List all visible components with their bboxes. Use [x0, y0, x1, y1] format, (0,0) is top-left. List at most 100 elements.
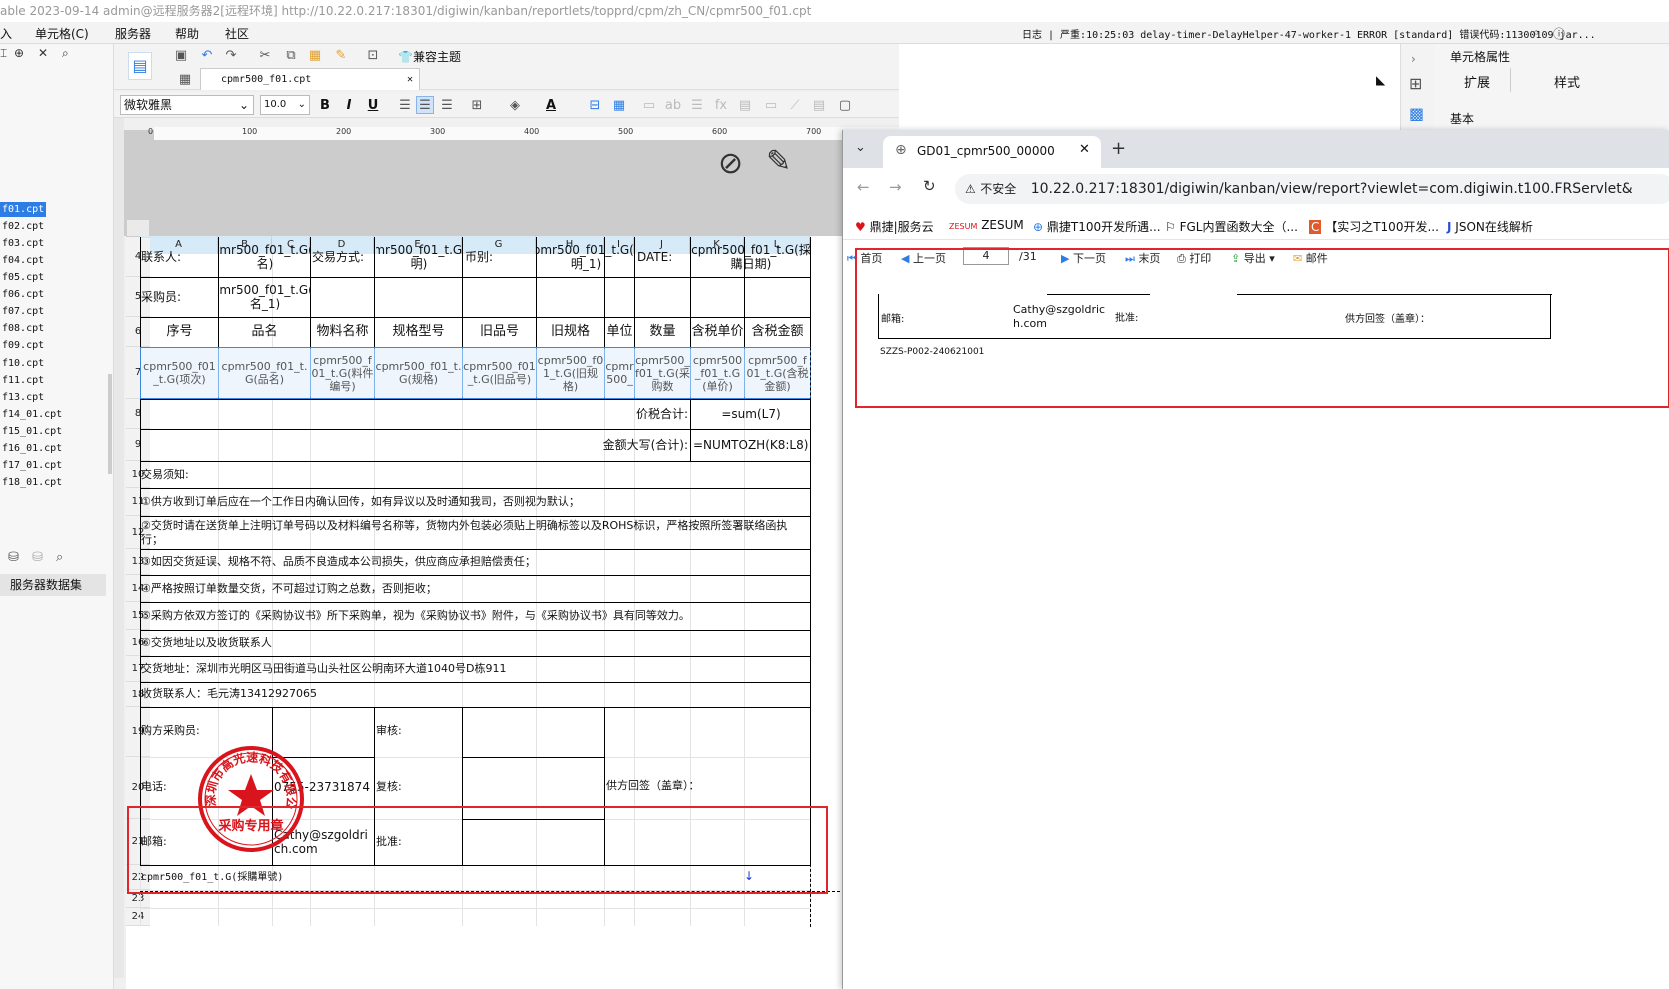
row-header[interactable]: 24: [126, 908, 150, 926]
chevron-down-icon[interactable]: ⌄: [855, 140, 866, 155]
menu-help[interactable]: 帮助: [175, 25, 199, 42]
cell-notes-title[interactable]: 交易须知:: [141, 463, 809, 487]
column-title[interactable]: 含税单价: [691, 318, 744, 346]
file-item[interactable]: f14_01.cpt: [0, 407, 62, 422]
file-item[interactable]: f06.cpt: [0, 287, 46, 302]
copy-icon[interactable]: ⧉: [282, 46, 300, 64]
font-size-select[interactable]: 10.0 ⌄: [260, 95, 310, 115]
redo-icon[interactable]: ↷: [222, 46, 240, 64]
data-cell[interactable]: cpmr500_f01_t.G(项次): [141, 348, 218, 398]
cell-j4[interactable]: DATE:: [637, 237, 689, 277]
search-icon[interactable]: ⌕: [56, 550, 63, 565]
cell-b5[interactable]: cpmr500_f01_t.G(全名_1): [219, 279, 311, 315]
file-item[interactable]: f15_01.cpt: [0, 424, 62, 439]
row-header[interactable]: 8: [126, 399, 150, 429]
bookmark-0[interactable]: ♥ 鼎捷|服务云: [855, 218, 934, 235]
bookmark-2[interactable]: ⊕ 鼎捷T100开发所遇...: [1033, 218, 1161, 235]
cell-review-label[interactable]: 审核:: [376, 708, 462, 754]
cell-note-3[interactable]: ③如因交货延误、规格不符、品质不良造成本公司损失，供应商应承担赔偿责任；: [141, 550, 809, 574]
image-icon[interactable]: ▭: [762, 96, 780, 114]
template-icon[interactable]: ▤: [128, 52, 152, 80]
hide-icon[interactable]: ⊘: [718, 146, 743, 181]
cell-k4[interactable]: cpmr500_f01_t.G(採購日期): [691, 237, 811, 277]
font-family-select[interactable]: 微软雅黑 ⌄: [120, 95, 254, 115]
dataset-tab[interactable]: 服务器数据集: [0, 574, 106, 596]
column-title[interactable]: 序号: [141, 318, 218, 346]
file-item[interactable]: f02.cpt: [0, 219, 46, 234]
forward-icon[interactable]: →: [889, 178, 902, 196]
data-cell[interactable]: cpmr500_f01_t.G(旧规格): [537, 348, 604, 398]
close-tab-icon[interactable]: ✕: [407, 69, 413, 91]
tab-extend[interactable]: 扩展: [1464, 72, 1490, 91]
cell-e4[interactable]: cpmr500_f01_t.G(說明): [376, 237, 462, 277]
file-item[interactable]: f11.cpt: [0, 373, 46, 388]
back-icon[interactable]: ←: [857, 178, 870, 196]
chevron-right-icon[interactable]: ›: [1411, 52, 1416, 66]
edit-icon[interactable]: ✎: [766, 144, 791, 179]
italic-icon[interactable]: I: [340, 96, 358, 114]
menu-item-0[interactable]: 入: [0, 25, 12, 42]
column-title[interactable]: 含税金额: [745, 318, 810, 346]
table-icon[interactable]: ▦: [610, 96, 628, 114]
formula-icon[interactable]: fx: [712, 96, 730, 114]
data-cell[interactable]: cpmr500_f01_t.G(旧品号): [463, 348, 536, 398]
bold-icon[interactable]: B: [316, 96, 334, 114]
data-cell[interactable]: cpmr500_: [605, 348, 634, 398]
text-icon[interactable]: ab: [664, 96, 682, 114]
log-message[interactable]: 日志 | 严重:10:25:03 delay-timer-DelayHelper…: [1022, 26, 1596, 41]
chart-icon[interactable]: ▤: [736, 96, 754, 114]
cell-receiver[interactable]: 收货联系人：毛元涛13412927065: [141, 682, 809, 706]
compat-theme-button[interactable]: 👕兼容主题: [398, 48, 461, 65]
file-item[interactable]: f17_01.cpt: [0, 458, 62, 473]
cell-amount-value[interactable]: =NUMTOZH(K8:L8): [693, 430, 811, 460]
file-item[interactable]: f03.cpt: [0, 236, 46, 251]
file-item[interactable]: f18_01.cpt: [0, 475, 62, 490]
cell-h4[interactable]: cpmr500_f01_t.G(說明_1): [537, 237, 635, 277]
brush-icon[interactable]: ◣: [1376, 73, 1385, 87]
preview-icon[interactable]: ⊡: [364, 46, 382, 64]
cell-note-1[interactable]: ①供方收到订单后应在一个工作日内确认回传，如有异议以及时通知我司，否则视为默认；: [141, 489, 809, 515]
wrap-icon[interactable]: ⊟: [586, 96, 604, 114]
url-field[interactable]: ⚠ 不安全 10.22.0.217:18301/digiwin/kanban/v…: [955, 174, 1669, 204]
cell-total-value[interactable]: =sum(L7): [691, 400, 811, 427]
browser-tab[interactable]: ⊕ GD01_cpmr500_00000 ✕: [883, 136, 1101, 168]
cell-d4[interactable]: 交易方式:: [312, 237, 374, 277]
cell-a4[interactable]: 联系人:: [141, 237, 217, 277]
file-item[interactable]: f09.cpt: [0, 338, 46, 353]
subreport-icon[interactable]: ▤: [810, 96, 828, 114]
data-cell[interactable]: cpmr500_f01_t.G(采购数: [635, 348, 690, 398]
column-title[interactable]: 旧规格: [537, 318, 604, 346]
format-painter-icon[interactable]: ✎: [332, 46, 350, 64]
cut-icon[interactable]: ✂: [256, 46, 274, 64]
cell-b4[interactable]: cpmr500_f01_t.G(全名): [219, 237, 311, 277]
cell-a5[interactable]: 采购员:: [141, 279, 217, 315]
cell-note-2[interactable]: ②交货时请在送货单上注明订单号码以及材料编号名称等，货物内外包装必须贴上明确标签…: [141, 517, 809, 549]
data-cell[interactable]: cpmr500_f01_t.G(单价): [691, 348, 744, 398]
scrollbar[interactable]: [108, 374, 112, 474]
search-icon[interactable]: ⌕: [62, 46, 69, 61]
reload-icon[interactable]: ↻: [923, 177, 936, 195]
bookmark-1[interactable]: ZESUM ZESUM: [949, 218, 1024, 232]
data-cell[interactable]: cpmr500_f01_t.G(含税金额): [745, 348, 810, 398]
underline-icon[interactable]: U: [364, 96, 382, 114]
frame-icon[interactable]: ▢: [836, 96, 854, 114]
file-item[interactable]: f04.cpt: [0, 253, 46, 268]
align-center-icon[interactable]: ☰: [416, 96, 434, 114]
menu-community[interactable]: 社区: [225, 25, 249, 42]
file-item[interactable]: f16_01.cpt: [0, 441, 62, 456]
paste-icon[interactable]: ▦: [306, 46, 324, 64]
align-right-icon[interactable]: ☰: [438, 96, 456, 114]
file-item[interactable]: f10.cpt: [0, 356, 46, 371]
data-cell[interactable]: cpmr500_f01_t.G(规格): [375, 348, 462, 398]
database-alt-icon[interactable]: ⛁: [32, 550, 43, 565]
target-icon[interactable]: ⊕: [14, 46, 24, 60]
align-left-icon[interactable]: ☰: [396, 96, 414, 114]
cell-g4[interactable]: 币别:: [465, 237, 535, 277]
bookmark-3[interactable]: ⚐ FGL内置函数大全（...: [1165, 218, 1298, 235]
close-icon[interactable]: ✕: [1079, 142, 1090, 157]
undo-icon[interactable]: ↶: [198, 46, 216, 64]
database-icon[interactable]: ⛁: [8, 550, 19, 565]
column-title[interactable]: 数量: [635, 318, 690, 346]
column-title[interactable]: 规格型号: [375, 318, 462, 346]
cell-delivery-address[interactable]: 交货地址：深圳市光明区马田街道马山头社区公明南环大道1040号D栋911: [141, 656, 809, 682]
